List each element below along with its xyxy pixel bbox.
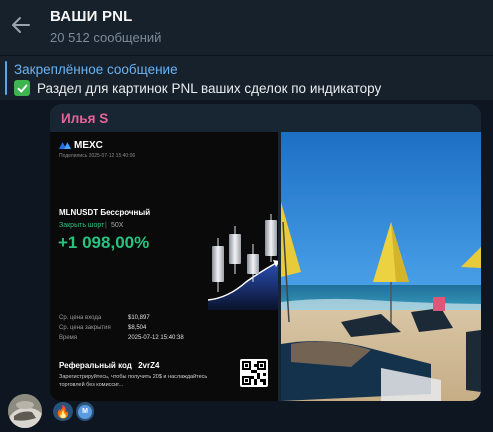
referral-row: Реферальный код 2vrZ4 bbox=[59, 361, 159, 370]
message-count: 20 512 сообщений bbox=[50, 30, 162, 45]
beach-photo[interactable] bbox=[281, 132, 481, 401]
time-label: Время bbox=[59, 335, 78, 341]
mexc-logo: MEXC bbox=[59, 140, 103, 151]
message-bubble: Илья S MEXC Поделились 2025-07-12 15:40:… bbox=[50, 104, 481, 401]
leverage: 50X bbox=[111, 222, 124, 229]
referral-code: 2vrZ4 bbox=[138, 361, 160, 370]
chat-header: ВАШИ PNL 20 512 сообщений bbox=[0, 0, 493, 55]
chat-title[interactable]: ВАШИ PNL bbox=[50, 8, 133, 25]
reaction-user[interactable]: M bbox=[76, 402, 94, 421]
pnl-card-image[interactable]: MEXC Поделились 2025-07-12 15:40:06 MLNU… bbox=[50, 132, 278, 401]
pinned-indicator bbox=[5, 61, 7, 95]
separator: | bbox=[105, 222, 107, 229]
mexc-logo-icon bbox=[59, 142, 71, 149]
beach-scene-image bbox=[281, 132, 481, 401]
exit-price-label: Ср. цена закрытия bbox=[59, 325, 111, 331]
back-arrow-icon[interactable] bbox=[10, 13, 32, 37]
referral-label: Реферальный код bbox=[59, 361, 132, 370]
entry-price-value: $10,897 bbox=[128, 315, 150, 321]
qr-code bbox=[240, 359, 268, 387]
sender-name[interactable]: Илья S bbox=[61, 111, 108, 126]
sender-avatar[interactable] bbox=[8, 394, 42, 428]
pinned-title: Закреплённое сообщение bbox=[14, 62, 178, 77]
user-m-icon: M bbox=[78, 404, 92, 419]
exit-price-value: $8,504 bbox=[128, 325, 147, 331]
pinned-text-row: Раздел для картинок PNL ваших сделок по … bbox=[14, 80, 381, 96]
position-side: Закрыть шорт bbox=[59, 222, 105, 229]
mexc-brand: MEXC bbox=[74, 140, 103, 151]
time-value: 2025-07-12 15:40:38 bbox=[128, 335, 184, 341]
trading-pair: MLNUSDT Бессрочный bbox=[59, 208, 151, 217]
promo-text: Зарегистрируйтесь, чтобы получить 20$ и … bbox=[59, 374, 208, 388]
fire-icon: 🔥 bbox=[55, 404, 71, 419]
chart-illustration bbox=[207, 214, 278, 310]
pinned-text: Раздел для картинок PNL ваших сделок по … bbox=[37, 80, 382, 96]
reaction-fire[interactable]: 🔥 bbox=[53, 402, 73, 421]
pnl-percent: +1 098,00% bbox=[58, 233, 150, 252]
avatar-image bbox=[8, 394, 42, 428]
checkmark-icon bbox=[14, 80, 30, 96]
pinned-message-bar[interactable]: Закреплённое сообщение Раздел для картин… bbox=[0, 55, 493, 100]
entry-price-label: Ср. цена входа bbox=[59, 315, 102, 321]
shared-date: Поделились 2025-07-12 15:40:06 bbox=[59, 153, 136, 159]
